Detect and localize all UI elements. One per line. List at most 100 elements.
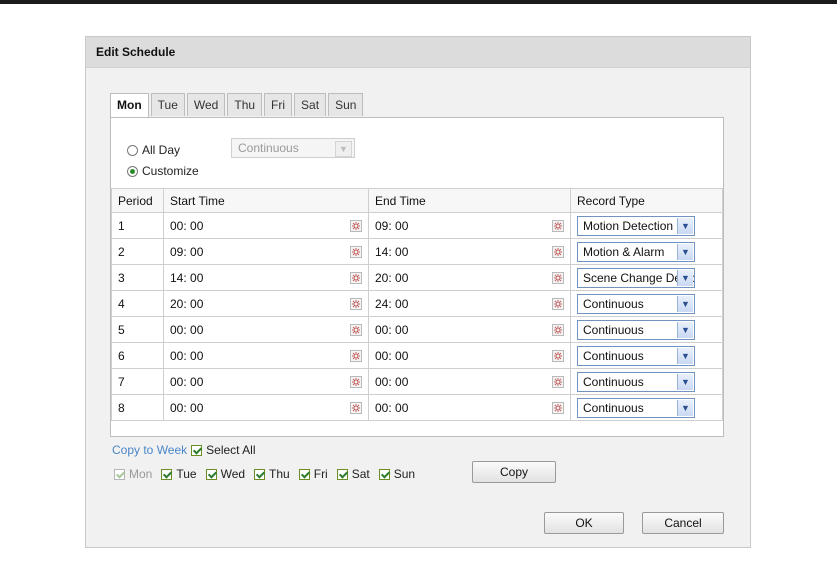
time-picker-icon[interactable]	[350, 298, 362, 310]
start-time-value: 00: 00	[170, 348, 204, 363]
customize-radio[interactable]	[127, 165, 138, 177]
edit-schedule-dialog: Edit Schedule Mon Tue Wed Thu Fri Sat Su…	[85, 36, 751, 548]
table-row: 3 14: 00 20: 00 Scene Change Detection▼	[111, 264, 723, 291]
table-row: 2 09: 00 14: 00 Motion & Alarm ▼	[111, 238, 723, 265]
copy-day-wed[interactable]: Wed	[205, 467, 245, 481]
end-time-field[interactable]: 00: 00	[368, 394, 571, 421]
dialog-title: Edit Schedule	[86, 37, 750, 68]
time-picker-icon[interactable]	[552, 350, 564, 362]
table-row: 8 00: 00 00: 00 Continuous ▼	[111, 394, 723, 421]
end-time-field[interactable]: 20: 00	[368, 264, 571, 291]
end-time-field[interactable]: 00: 00	[368, 342, 571, 369]
tab-fri[interactable]: Fri	[264, 93, 293, 116]
end-time-field[interactable]: 00: 00	[368, 368, 571, 395]
time-picker-icon[interactable]	[552, 298, 564, 310]
tab-sat[interactable]: Sat	[294, 93, 327, 116]
time-picker-icon[interactable]	[552, 402, 564, 414]
chevron-down-icon[interactable]: ▼	[677, 321, 693, 338]
end-time-field[interactable]: 09: 00	[368, 212, 571, 239]
tab-thu[interactable]: Thu	[227, 93, 263, 116]
copy-day-thu[interactable]: Thu	[254, 467, 290, 481]
start-time-field[interactable]: 00: 00	[163, 212, 369, 239]
record-type-select[interactable]: Continuous ▼	[577, 371, 695, 392]
customize-option[interactable]: Customize	[127, 164, 199, 178]
chevron-down-icon[interactable]: ▼	[677, 347, 693, 364]
period-cell: 7	[111, 368, 164, 395]
copy-day-sun[interactable]: Sun	[378, 467, 415, 481]
time-picker-icon[interactable]	[552, 376, 564, 388]
time-picker-icon[interactable]	[552, 220, 564, 232]
end-time-value: 00: 00	[375, 348, 409, 363]
top-border	[0, 0, 837, 4]
start-time-field[interactable]: 00: 00	[163, 316, 369, 343]
time-picker-icon[interactable]	[350, 246, 362, 258]
chevron-down-icon[interactable]: ▼	[677, 217, 693, 234]
record-type-select[interactable]: Motion & Alarm ▼	[577, 241, 695, 262]
time-picker-icon[interactable]	[350, 272, 362, 284]
time-picker-icon[interactable]	[552, 324, 564, 336]
record-type-select[interactable]: Scene Change Detection▼	[577, 267, 695, 288]
record-type-select[interactable]: Continuous ▼	[577, 319, 695, 340]
start-time-field[interactable]: 14: 00	[163, 264, 369, 291]
day-checkbox[interactable]	[254, 468, 266, 480]
day-checkbox[interactable]	[161, 468, 173, 480]
start-time-field[interactable]: 00: 00	[163, 342, 369, 369]
tab-tue[interactable]: Tue	[150, 93, 185, 116]
cancel-button[interactable]: Cancel	[642, 512, 724, 534]
day-checkbox	[114, 468, 125, 480]
ok-button[interactable]: OK	[544, 512, 624, 534]
header-end-time: End Time	[368, 188, 571, 213]
time-picker-icon[interactable]	[350, 220, 362, 232]
start-time-field[interactable]: 20: 00	[163, 290, 369, 317]
end-time-field[interactable]: 00: 00	[368, 316, 571, 343]
time-picker-icon[interactable]	[350, 376, 362, 388]
all-day-radio[interactable]	[127, 144, 138, 156]
start-time-value: 00: 00	[170, 374, 204, 389]
copy-day-fri[interactable]: Fri	[298, 467, 328, 481]
end-time-field[interactable]: 24: 00	[368, 290, 571, 317]
end-time-field[interactable]: 14: 00	[368, 238, 571, 265]
period-cell: 2	[111, 238, 164, 265]
record-type-select[interactable]: Continuous ▼	[577, 345, 695, 366]
time-picker-icon[interactable]	[350, 324, 362, 336]
schedule-panel: All Day Continuous ▼ Customize Period St…	[110, 117, 724, 437]
schedule-table: Period Start Time End Time Record Type 1…	[111, 188, 723, 421]
record-type-select[interactable]: Motion Detection ▼	[577, 215, 695, 236]
table-row: 7 00: 00 00: 00 Continuous ▼	[111, 368, 723, 395]
start-time-value: 14: 00	[170, 270, 204, 285]
start-time-field[interactable]: 09: 00	[163, 238, 369, 265]
copy-button[interactable]: Copy	[472, 461, 556, 483]
day-checkbox[interactable]	[205, 468, 217, 480]
day-checkbox[interactable]	[378, 468, 390, 480]
record-type-value: Continuous	[583, 374, 644, 389]
copy-day-sat[interactable]: Sat	[336, 467, 370, 481]
day-checkbox[interactable]	[298, 468, 310, 480]
all-day-type-value: Continuous	[238, 141, 299, 155]
period-cell: 4	[111, 290, 164, 317]
record-type-select[interactable]: Continuous ▼	[577, 397, 695, 418]
tab-mon[interactable]: Mon	[110, 93, 149, 118]
record-type-select[interactable]: Continuous ▼	[577, 293, 695, 314]
end-time-value: 00: 00	[375, 322, 409, 337]
start-time-field[interactable]: 00: 00	[163, 394, 369, 421]
chevron-down-icon[interactable]: ▼	[677, 295, 693, 312]
time-picker-icon[interactable]	[350, 402, 362, 414]
time-picker-icon[interactable]	[350, 350, 362, 362]
record-type-cell: Continuous ▼	[570, 290, 723, 317]
all-day-option[interactable]: All Day	[127, 143, 180, 157]
select-all-checkbox[interactable]	[191, 444, 203, 456]
time-picker-icon[interactable]	[552, 272, 564, 284]
time-picker-icon[interactable]	[552, 246, 564, 258]
start-time-field[interactable]: 00: 00	[163, 368, 369, 395]
chevron-down-icon[interactable]: ▼	[677, 399, 693, 416]
record-type-value: Continuous	[583, 296, 644, 311]
copy-day-tue[interactable]: Tue	[161, 467, 197, 481]
tab-sun[interactable]: Sun	[328, 93, 364, 116]
chevron-down-icon[interactable]: ▼	[677, 373, 693, 390]
end-time-value: 14: 00	[375, 244, 409, 259]
record-type-cell: Continuous ▼	[570, 394, 723, 421]
chevron-down-icon[interactable]: ▼	[677, 243, 693, 260]
chevron-down-icon[interactable]: ▼	[677, 269, 693, 286]
day-checkbox[interactable]	[336, 468, 348, 480]
tab-wed[interactable]: Wed	[186, 93, 226, 116]
